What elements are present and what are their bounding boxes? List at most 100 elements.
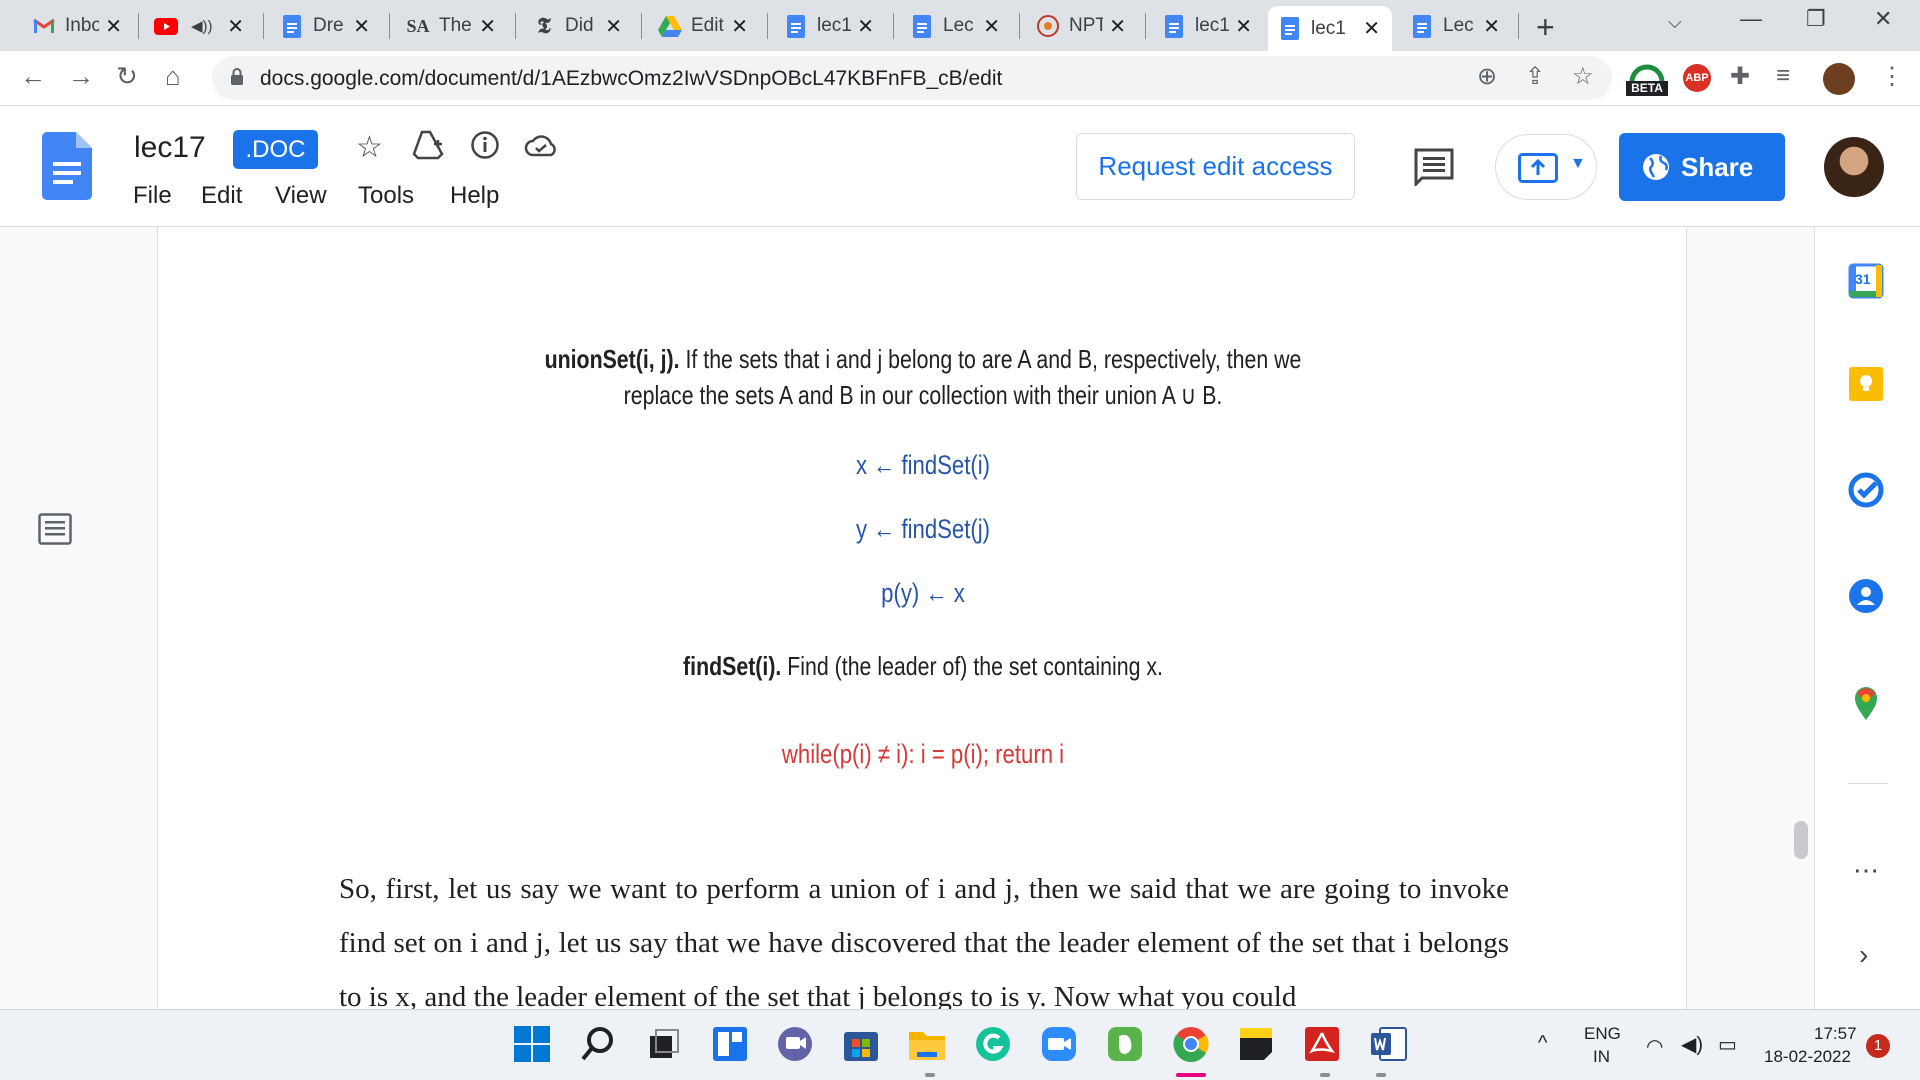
present-button[interactable]: ▼ — [1495, 134, 1597, 200]
info-icon[interactable] — [470, 130, 500, 165]
close-icon[interactable]: ✕ — [105, 14, 122, 39]
close-icon[interactable]: ✕ — [1109, 14, 1126, 39]
volume-icon[interactable]: ◀) — [1681, 1032, 1703, 1057]
maps-icon[interactable] — [1848, 685, 1884, 726]
reload-icon[interactable]: ↻ — [116, 61, 138, 92]
zoom-icon[interactable]: ⊕ — [1477, 62, 1497, 91]
wifi-icon[interactable]: ◠ — [1646, 1034, 1663, 1059]
tab-docs[interactable]: Lec ✕ — [900, 8, 1012, 44]
lock-icon[interactable] — [230, 68, 244, 86]
zoom-meetings-icon[interactable] — [1039, 1024, 1079, 1064]
cloud-saved-icon[interactable] — [524, 130, 558, 165]
evernote-icon[interactable] — [1105, 1024, 1145, 1064]
close-icon[interactable]: ✕ — [731, 14, 748, 39]
request-edit-access-button[interactable]: Request edit access — [1076, 133, 1355, 200]
document-outline-icon[interactable] — [38, 513, 72, 550]
region-indicator[interactable]: IN — [1593, 1047, 1610, 1067]
reading-list-icon[interactable]: ≡ — [1776, 62, 1790, 90]
tab-docs[interactable]: Dre ✕ — [270, 8, 382, 44]
more-addons-icon[interactable]: ⋯ — [1853, 855, 1879, 886]
word-icon[interactable] — [1368, 1024, 1408, 1064]
chrome-icon[interactable] — [1171, 1024, 1211, 1064]
restore-icon[interactable]: ❐ — [1806, 6, 1826, 32]
keep-icon[interactable] — [1848, 366, 1884, 407]
notification-badge[interactable]: 1 — [1866, 1034, 1890, 1058]
tab-nptel[interactable]: NPT ✕ — [1026, 8, 1138, 44]
calendar-icon[interactable]: 31 — [1848, 263, 1884, 299]
close-icon[interactable]: ✕ — [1363, 16, 1380, 41]
menu-view[interactable]: View — [275, 182, 327, 210]
more-menu-icon[interactable]: ⋮ — [1880, 62, 1904, 91]
menu-help[interactable]: Help — [450, 182, 499, 210]
task-view-icon[interactable] — [644, 1024, 684, 1064]
show-hidden-icons-icon[interactable]: ^ — [1538, 1032, 1547, 1055]
close-icon[interactable]: ✕ — [605, 14, 622, 39]
share-page-icon[interactable]: ⇪ — [1525, 62, 1545, 91]
vertical-scrollbar[interactable] — [1794, 821, 1808, 859]
search-icon[interactable] — [578, 1024, 618, 1064]
tasks-icon[interactable] — [1848, 472, 1884, 513]
forward-icon[interactable]: → — [68, 61, 94, 92]
close-icon[interactable]: ✕ — [1235, 14, 1252, 39]
widgets-icon[interactable] — [710, 1024, 750, 1064]
close-window-icon[interactable]: ✕ — [1874, 6, 1892, 32]
beta-extension-icon[interactable]: BETA — [1626, 60, 1668, 98]
battery-icon[interactable]: ▭ — [1718, 1032, 1737, 1057]
star-icon[interactable]: ☆ — [356, 130, 383, 165]
language-indicator[interactable]: ENG — [1584, 1024, 1621, 1044]
user-avatar[interactable] — [1824, 137, 1884, 197]
share-label: Share — [1681, 152, 1754, 182]
url-text[interactable]: docs.google.com/document/d/1AEzbwcOmz2Iw… — [260, 67, 1002, 91]
close-icon[interactable]: ✕ — [227, 14, 244, 39]
close-icon[interactable]: ✕ — [1483, 14, 1500, 39]
comments-icon[interactable] — [1414, 148, 1454, 191]
sticky-notes-icon[interactable] — [1236, 1024, 1276, 1064]
home-icon[interactable]: ⌂ — [165, 61, 181, 92]
document-page[interactable]: unionSet(i, j). If the sets that i and j… — [157, 227, 1687, 1013]
tab-gmail[interactable]: Inbo ✕ — [22, 8, 134, 44]
clock-time[interactable]: 17:57 — [1814, 1024, 1857, 1044]
extensions-puzzle-icon[interactable]: ✚ — [1730, 62, 1750, 91]
docs-logo-icon[interactable] — [42, 132, 92, 205]
tab-drive[interactable]: Edit ✕ — [648, 8, 760, 44]
minimize-icon[interactable]: — — [1740, 6, 1762, 32]
menu-file[interactable]: File — [133, 182, 172, 210]
document-title[interactable]: lec17 — [134, 131, 206, 165]
bookmark-star-icon[interactable]: ☆ — [1572, 62, 1594, 91]
acrobat-icon[interactable] — [1302, 1024, 1342, 1064]
close-icon[interactable]: ✕ — [983, 14, 1000, 39]
tab-sa[interactable]: SA The ✕ — [396, 8, 508, 44]
share-button[interactable]: Share — [1619, 133, 1785, 201]
docs-icon — [784, 14, 808, 38]
tab-nyt[interactable]: 𝕿 Did ✕ — [522, 8, 634, 44]
new-tab-icon[interactable]: + — [1536, 9, 1555, 46]
windows-start-icon[interactable] — [512, 1024, 552, 1064]
expand-panel-icon[interactable]: › — [1859, 939, 1868, 971]
menu-tools[interactable]: Tools — [358, 182, 414, 210]
clock-date[interactable]: 18-02-2022 — [1764, 1047, 1851, 1067]
close-icon[interactable]: ✕ — [353, 14, 370, 39]
running-app-indicator — [1320, 1073, 1330, 1077]
teams-chat-icon[interactable] — [775, 1024, 815, 1064]
youtube-icon — [154, 14, 178, 38]
tab-docs[interactable]: lec1 ✕ — [774, 8, 886, 44]
address-bar[interactable]: docs.google.com/document/d/1AEzbwcOmz2Iw… — [212, 56, 1612, 100]
adblock-icon[interactable]: ABP — [1683, 64, 1711, 92]
back-icon[interactable]: ← — [20, 61, 46, 92]
tab-docs[interactable]: lec1 ✕ — [1152, 8, 1264, 44]
contacts-icon[interactable] — [1848, 578, 1884, 619]
tab-docs-active[interactable]: lec1 ✕ — [1268, 6, 1392, 51]
move-to-drive-icon[interactable] — [412, 130, 444, 165]
file-explorer-icon[interactable] — [907, 1024, 947, 1064]
close-icon[interactable]: ✕ — [857, 14, 874, 39]
tab-youtube[interactable]: ◀)) ✕ — [144, 8, 256, 44]
tab-separator — [263, 13, 264, 39]
microsoft-store-icon[interactable] — [841, 1024, 881, 1064]
speaker-icon[interactable]: ◀)) — [191, 17, 213, 35]
tab-search-icon[interactable]: ⌵ — [1668, 12, 1682, 33]
close-icon[interactable]: ✕ — [479, 14, 496, 39]
menu-edit[interactable]: Edit — [201, 182, 242, 210]
profile-avatar[interactable] — [1823, 63, 1855, 95]
tab-docs[interactable]: Lec ✕ — [1400, 8, 1512, 44]
grammarly-icon[interactable] — [973, 1024, 1013, 1064]
